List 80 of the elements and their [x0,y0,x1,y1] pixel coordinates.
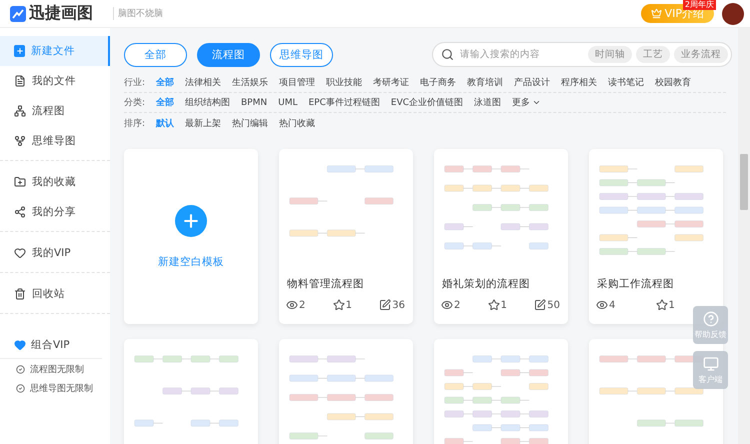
favorite-count: 1 [332,299,352,311]
view-count: 2 [441,299,460,311]
sidebar-item[interactable]: 我的VIP [0,238,110,268]
sidebar-item[interactable]: 流程图 [0,96,110,126]
document-icon [14,75,26,87]
sidebar-label: 思维导图 [32,134,76,148]
scrollbar[interactable] [738,28,750,444]
filter-option[interactable]: 组织结构图 [185,96,230,109]
share-icon [14,206,26,218]
sidebar-item[interactable]: 我的收藏 [0,167,110,197]
vip-plan-title: 组合VIP [31,338,70,352]
sidebar-label: 新建文件 [31,44,75,58]
check-icon [16,365,25,374]
sidebar-label: 我的分享 [32,205,76,219]
filter-option[interactable]: BPMN [241,98,268,108]
mindmap-icon [14,135,26,147]
sidebar-label: 我的收藏 [32,175,76,189]
filter-option[interactable]: EVC企业价值链图 [390,96,464,109]
new-file-icon [14,45,25,57]
template-card[interactable]: 采购工作流程图 4 1 [589,149,723,324]
filter-option[interactable]: 考研考证 [373,76,409,89]
sidebar-item[interactable]: 我的分享 [0,197,110,227]
sidebar-item[interactable]: 回收站 [0,279,110,309]
filter-option[interactable]: 教育培训 [467,76,503,89]
edit-count: 50 [534,299,560,311]
logo-text: 迅捷画图 [29,3,93,24]
filter-option[interactable]: 泳道图 [474,96,502,109]
heart-icon [14,339,26,351]
edit-count: 36 [379,299,405,311]
sidebar-label: 我的VIP [32,246,71,260]
favorite-count: 1 [656,299,675,311]
filter-option[interactable]: 生活娱乐 [232,76,268,89]
monitor-icon [702,356,718,372]
flowchart-icon [14,105,26,117]
folder-icon [14,176,26,188]
logo-icon [10,6,26,22]
chevron-icon [532,98,542,107]
check-icon [16,384,25,393]
filter-option[interactable]: 校园教育 [655,76,691,89]
sidebar-label: 我的文件 [32,74,76,88]
template-title: 采购工作流程图 [596,277,675,291]
feature-text: 思维导图无限制 [30,382,93,395]
filter-option[interactable]: EPC事件过程链图 [308,96,380,109]
template-title: 物料管理流程图 [286,277,365,291]
crown-icon [650,8,662,19]
filter-option[interactable]: 产品设计 [514,76,550,89]
sidebar-label: 流程图 [32,104,65,118]
more-dropdown[interactable]: 更多 [512,96,542,109]
slogan: 脑图不烧脑 [113,7,163,20]
filter-option[interactable]: 程序相关 [561,76,597,89]
view-count: 4 [596,299,616,311]
avatar[interactable] [722,2,744,24]
heart-icon [14,247,26,259]
filter-option[interactable]: 法律相关 [185,76,221,89]
filter-label: 分类: [124,96,146,109]
sidebar-item[interactable]: 思维导图 [0,126,110,156]
plus-icon [175,204,207,236]
filter-label: 行业: [124,76,146,89]
sidebar-label: 回收站 [32,287,65,301]
feature-text: 流程图无限制 [30,364,84,376]
favorite-count: 1 [488,299,507,311]
filter-option[interactable]: 最新上架 [185,116,221,130]
new-template-label: 新建空白模板 [158,254,224,268]
template-card[interactable]: 婚礼策划的流程图 2 1 50 [434,149,568,324]
filter-option[interactable]: 职业技能 [326,76,362,89]
filter-option[interactable]: 热门编辑 [232,116,268,130]
help-icon [702,310,718,326]
view-count: 2 [286,299,306,311]
sidebar-item[interactable]: 我的文件 [0,66,110,96]
filter-option[interactable]: 读书笔记 [608,76,644,89]
anniversary-badge: 2周年庆 [682,0,716,10]
filter-option[interactable]: 电子商务 [420,76,456,89]
trash-icon [14,288,26,300]
filter-option[interactable]: 热门收藏 [279,116,315,130]
filter-label: 排序: [124,118,146,130]
template-title: 婚礼策划的流程图 [441,277,531,291]
filter-option[interactable]: 项目管理 [279,76,315,89]
template-card[interactable]: 物料管理流程图 2 1 36 [279,149,413,324]
search-icon [441,48,454,61]
filter-option[interactable]: UML [278,98,298,108]
